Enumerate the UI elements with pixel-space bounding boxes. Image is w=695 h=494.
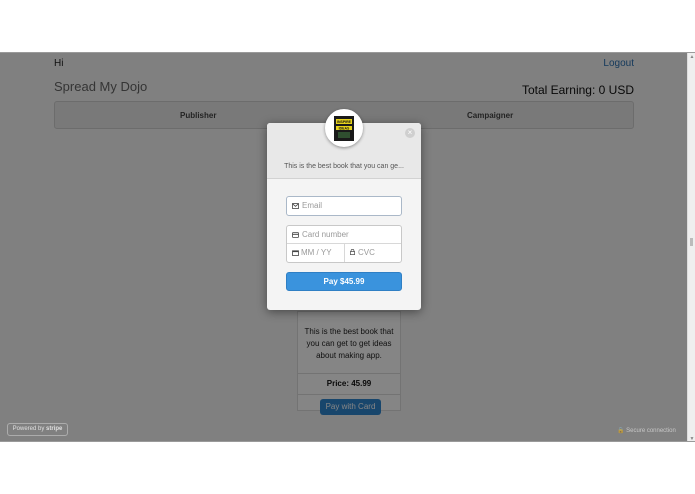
checkout-description: This is the best book that you can ge... — [284, 163, 404, 170]
email-placeholder: Email — [302, 201, 323, 210]
scroll-down-arrow[interactable]: ▼ — [689, 436, 695, 441]
expiry-placeholder: MM / YY — [301, 248, 332, 257]
vertical-scrollbar[interactable]: ▲ ▼ — [687, 53, 695, 441]
calendar-icon — [292, 250, 299, 256]
card-number-field[interactable]: Card number — [287, 226, 401, 244]
checkout-modal: INSPIRE IDEAS × This is the best book th… — [267, 109, 421, 310]
envelope-icon — [292, 203, 299, 209]
scroll-thumb[interactable] — [690, 238, 693, 246]
expiry-field[interactable]: MM / YY — [287, 244, 345, 262]
secure-connection-label: Secure connection — [626, 428, 676, 434]
credit-card-icon — [292, 232, 299, 238]
card-details-group: Card number MM / YY CVC — [286, 225, 402, 263]
email-field[interactable]: Email — [286, 196, 402, 216]
lock-icon — [350, 249, 355, 255]
powered-by-label: Powered by — [12, 426, 45, 432]
stripe-wordmark: stripe — [46, 426, 63, 432]
svg-text:INSPIRE: INSPIRE — [337, 120, 352, 124]
browser-viewport: Hi Logout Spread My Dojo Total Earning: … — [0, 52, 695, 442]
cvc-placeholder: CVC — [358, 248, 375, 257]
pay-button[interactable]: Pay $45.99 — [286, 272, 402, 291]
secure-connection: 🔒 Secure connection — [617, 428, 676, 434]
svg-text:IDEAS: IDEAS — [339, 127, 350, 131]
modal-header: INSPIRE IDEAS × This is the best book th… — [267, 109, 421, 179]
scroll-up-arrow[interactable]: ▲ — [689, 54, 695, 60]
cvc-field[interactable]: CVC — [345, 244, 401, 262]
card-number-placeholder: Card number — [302, 230, 349, 239]
powered-by-stripe-badge[interactable]: Powered by stripe — [7, 423, 68, 436]
close-icon[interactable]: × — [405, 128, 415, 138]
book-cover-image: INSPIRE IDEAS — [325, 109, 363, 147]
